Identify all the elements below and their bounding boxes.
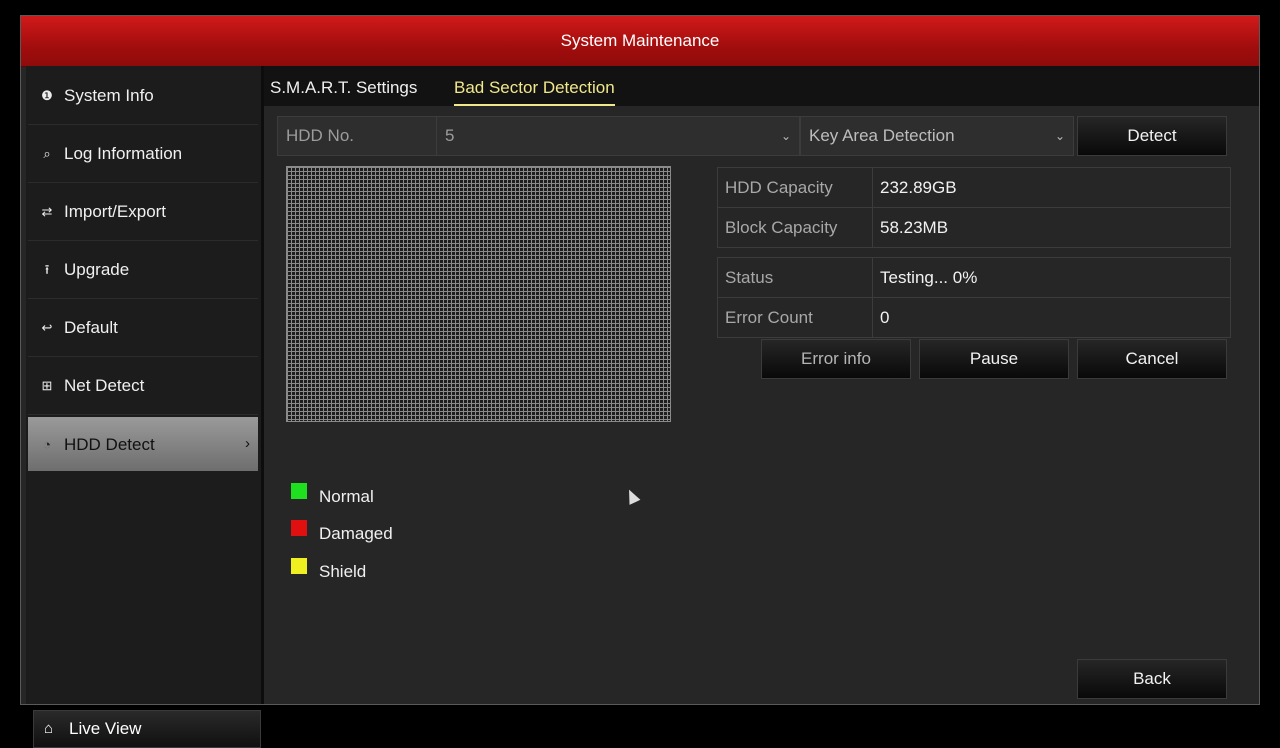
sidebar-item-net-detect[interactable]: ⊞ Net Detect [28, 358, 258, 415]
table-row: Status Testing... 0% [718, 258, 1230, 298]
info-icon: ❶ [41, 88, 53, 103]
sidebar-item-system-info[interactable]: ❶ System Info [28, 68, 258, 125]
sidebar-item-label: HDD Detect [64, 435, 155, 454]
back-button[interactable]: Back [1077, 659, 1227, 699]
sidebar-item-label: System Info [64, 86, 154, 105]
status-label: Status [718, 258, 873, 297]
block-capacity-value: 58.23MB [880, 218, 949, 237]
error-count-label: Error Count [718, 298, 873, 337]
window-title: System Maintenance [21, 16, 1259, 67]
detection-mode-value: Key Area Detection [809, 126, 955, 145]
cancel-button[interactable]: Cancel [1077, 339, 1227, 379]
normal-swatch [291, 483, 307, 499]
pause-button[interactable]: Pause [919, 339, 1069, 379]
hdd-capacity-label: HDD Capacity [718, 168, 873, 207]
hdd-no-value: 5 [445, 126, 455, 145]
chevron-down-icon: ⌄ [1054, 129, 1065, 143]
network-icon: ⊞ [41, 378, 53, 393]
table-row: Block Capacity 58.23MB [718, 208, 1230, 247]
live-view-label: Live View [69, 719, 142, 738]
table-row: HDD Capacity 232.89GB [718, 168, 1230, 208]
sector-map-grid [286, 166, 671, 422]
error-count-value: 0 [880, 308, 890, 327]
live-view-button[interactable]: ⌂ Live View [33, 710, 261, 748]
tab-bar: S.M.A.R.T. Settings Bad Sector Detection [264, 66, 1259, 106]
import-export-icon: ⇄ [41, 204, 53, 219]
upgrade-arrow-icon: ⭱ [44, 262, 50, 277]
sidebar-item-import-export[interactable]: ⇄ Import/Export [28, 184, 258, 241]
detection-mode-select[interactable]: Key Area Detection ⌄ [800, 116, 1074, 156]
hdd-detect-icon: ◔ [43, 437, 51, 452]
hdd-no-label-cell: HDD No. [277, 116, 437, 156]
legend-label: Normal [319, 487, 374, 506]
sidebar-item-default[interactable]: ↩ Default [28, 300, 258, 357]
tab-bad-sector-detection[interactable]: Bad Sector Detection [454, 76, 615, 106]
system-maintenance-window: System Maintenance ❶ System Info ⌕ Log I… [20, 15, 1260, 748]
legend-label: Shield [319, 562, 367, 581]
default-reset-icon: ↩ [41, 320, 53, 335]
table-row: Error Count 0 [718, 298, 1230, 337]
sidebar-item-hdd-detect[interactable]: ◔ HDD Detect › [28, 417, 258, 471]
error-info-button[interactable]: Error info [761, 339, 911, 379]
hdd-no-label: HDD No. [286, 126, 355, 145]
hdd-capacity-value: 232.89GB [880, 178, 957, 197]
chevron-right-icon: › [245, 435, 250, 452]
status-value: Testing... 0% [880, 268, 978, 287]
home-icon: ⌂ [44, 720, 54, 737]
capacity-table: HDD Capacity 232.89GB Block Capacity 58.… [717, 167, 1231, 248]
legend-label: Damaged [319, 524, 393, 543]
sidebar: ❶ System Info ⌕ Log Information ⇄ Import… [26, 66, 264, 748]
sidebar-item-label: Import/Export [64, 202, 167, 221]
status-table: Status Testing... 0% Error Count 0 [717, 257, 1231, 338]
block-capacity-label: Block Capacity [718, 208, 873, 247]
sidebar-item-label: Upgrade [64, 260, 130, 279]
chevron-down-icon: ⌄ [780, 129, 791, 143]
sidebar-item-label: Log Information [64, 144, 183, 163]
hdd-no-select[interactable]: 5 ⌄ [436, 116, 800, 156]
log-search-icon: ⌕ [43, 146, 51, 161]
shield-swatch [291, 558, 307, 574]
mouse-cursor-icon [623, 487, 641, 505]
sidebar-item-log-information[interactable]: ⌕ Log Information [28, 126, 258, 183]
tab-smart-settings[interactable]: S.M.A.R.T. Settings [270, 76, 417, 100]
sidebar-item-label: Net Detect [64, 376, 145, 395]
detect-button[interactable]: Detect [1077, 116, 1227, 156]
sidebar-item-upgrade[interactable]: ⭱ Upgrade [28, 242, 258, 299]
damaged-swatch [291, 520, 307, 536]
sidebar-item-label: Default [64, 318, 118, 337]
